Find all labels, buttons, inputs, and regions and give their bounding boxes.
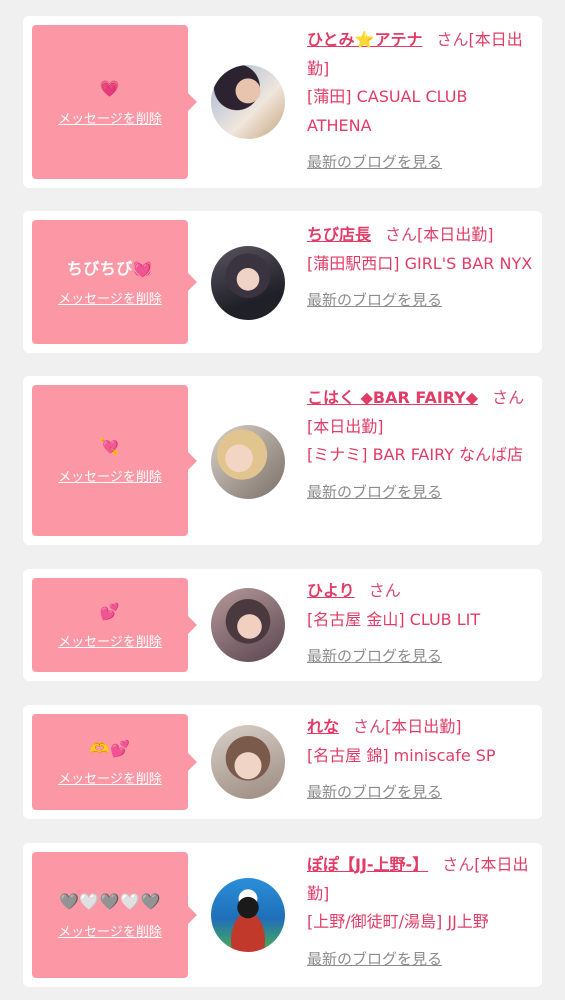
shop-name: [蒲田駅西口] GIRL'S BAR NYX [307,253,533,273]
shop-name: [名古屋 錦] miniscafe SP [307,745,496,765]
cast-name-link[interactable]: ひより [307,581,355,600]
cast-info: ひより さん [名古屋 金山] CLUB LIT 最新のブログを見る [307,577,535,671]
delete-message-link[interactable]: メッセージを削除 [58,288,162,307]
avatar[interactable] [211,65,285,139]
attendance-status: [本日出勤] [307,416,384,436]
delete-message-link[interactable]: メッセージを削除 [58,466,162,485]
cast-name-link[interactable]: こはく ◆BAR FAIRY◆ [307,388,478,407]
latest-blog-link[interactable]: 最新のブログを見る [307,778,442,807]
honorific: さん [368,581,401,600]
message-text: 💘 [99,437,121,456]
honorific: さん [385,225,418,244]
avatar[interactable] [211,425,285,499]
shop-name: [名古屋 金山] CLUB LIT [307,609,481,629]
message-card: 🫶💕 メッセージを削除 れな さん[本日出勤] [名古屋 錦] miniscafe… [23,705,542,819]
avatar[interactable] [211,725,285,799]
avatar[interactable] [211,246,285,320]
message-text: 💕 [99,601,121,621]
cast-info: れな さん[本日出勤] [名古屋 錦] miniscafe SP 最新のブログを見… [307,713,535,807]
message-card: 💕 メッセージを削除 ひより さん [名古屋 金山] CLUB LIT 最新のブロ… [23,569,542,681]
cast-info: ちび店長 さん[本日出勤] [蒲田駅西口] GIRL'S BAR NYX 最新のブ… [307,221,535,315]
cast-info: ぽぽ【JJ-上野-】 さん[本日出勤] [上野/御徒町/湯島] JJ上野 最新のブ… [307,851,535,973]
delete-message-link[interactable]: メッセージを削除 [58,108,162,127]
latest-blog-link[interactable]: 最新のブログを見る [307,945,442,974]
latest-blog-link[interactable]: 最新のブログを見る [307,478,442,507]
message-text: 🫶💕 [89,738,131,758]
attendance-status: [本日出勤] [385,717,462,736]
message-bubble: 💕 メッセージを削除 [32,578,188,672]
message-bubble: ちびちび💓 メッセージを削除 [32,220,188,344]
delete-message-link[interactable]: メッセージを削除 [58,921,162,940]
delete-message-link[interactable]: メッセージを削除 [58,768,162,787]
message-bubble: 🫶💕 メッセージを削除 [32,714,188,810]
shop-name: [ミナミ] BAR FAIRY なんば店 [307,445,524,464]
cast-name-link[interactable]: れな [307,717,339,736]
latest-blog-link[interactable]: 最新のブログを見る [307,148,442,177]
message-card: 🩶🤍🩶🤍🩶 メッセージを削除 ぽぽ【JJ-上野-】 さん[本日出勤] [上野/御徒… [23,843,542,987]
shop-name: [蒲田] CASUAL CLUB ATHENA [307,87,468,135]
attendance-status: [本日出勤] [417,225,494,244]
cast-name-link[interactable]: ちび店長 [307,225,371,244]
delete-message-link[interactable]: メッセージを削除 [58,631,162,650]
message-text: ちびちび💓 [66,258,154,278]
avatar[interactable] [211,588,285,662]
message-text: 💗 [99,78,121,98]
latest-blog-link[interactable]: 最新のブログを見る [307,642,442,671]
message-card: 💘 メッセージを削除 こはく ◆BAR FAIRY◆ さん [本日出勤] [ミナミ]… [23,376,542,545]
avatar[interactable] [211,878,285,952]
cast-info: こはく ◆BAR FAIRY◆ さん [本日出勤] [ミナミ] BAR FAIRY … [307,384,535,506]
message-bubble: 💘 メッセージを削除 [32,385,188,536]
message-bubble: 💗 メッセージを削除 [32,25,188,179]
honorific: さん [436,30,469,49]
message-text: 🩶🤍🩶🤍🩶 [58,891,162,911]
cast-name-link[interactable]: ぽぽ【JJ-上野-】 [307,855,428,874]
message-card: ちびちび💓 メッセージを削除 ちび店長 さん[本日出勤] [蒲田駅西口] GIRL… [23,211,542,353]
honorific: さん [492,388,525,407]
message-bubble: 🩶🤍🩶🤍🩶 メッセージを削除 [32,852,188,978]
shop-name: [上野/御徒町/湯島] JJ上野 [307,912,489,931]
message-card: 💗 メッセージを削除 ひとみ⭐アテナ さん[本日出勤] [蒲田] CASUAL C… [23,16,542,188]
latest-blog-link[interactable]: 最新のブログを見る [307,286,442,315]
cast-name-link[interactable]: ひとみ⭐アテナ [307,30,422,49]
honorific: さん [353,717,386,736]
cast-info: ひとみ⭐アテナ さん[本日出勤] [蒲田] CASUAL CLUB ATHENA … [307,26,535,177]
honorific: さん [442,855,475,874]
